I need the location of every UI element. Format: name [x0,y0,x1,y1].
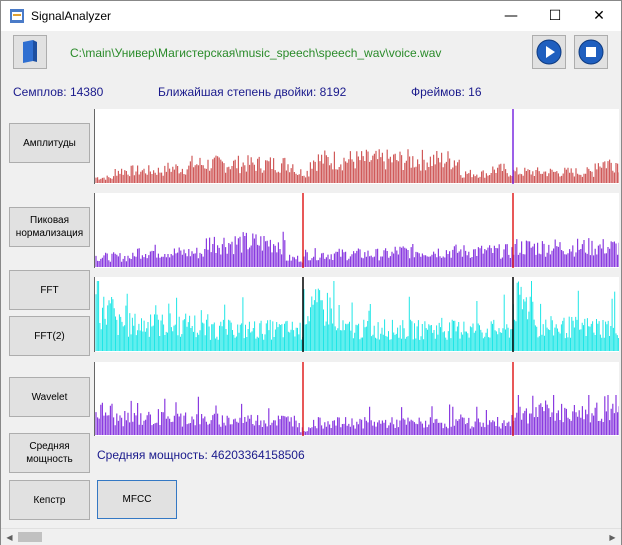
amplitudes-button[interactable]: Амплитуды [9,123,90,163]
frames-count: Фреймов: 16 [411,85,482,99]
scroll-thumb[interactable] [18,532,42,542]
fft2-button[interactable]: FFT(2) [9,316,90,356]
play-button[interactable] [532,35,566,69]
normalized-waveform [95,193,619,268]
maximize-button[interactable]: ☐ [533,1,577,31]
stop-button[interactable] [574,35,608,69]
amplitude-waveform [95,109,619,184]
samples-count: Семплов: 14380 [13,85,104,99]
mfcc-button[interactable]: MFCC [97,480,177,519]
average-power-value: Средняя мощность: 46203364158506 [97,448,305,462]
minimize-button[interactable]: — [489,1,533,31]
app-icon [10,9,24,23]
app-window: SignalAnalyzer — ☐ ✕ C:\main\Универ\Маги… [0,0,622,545]
nearest-power-of-two: Ближайшая степень двойки: 8192 [158,85,347,99]
normalized-plot [94,193,619,268]
horizontal-scrollbar[interactable]: ◀ ▶ [1,528,621,545]
folder-icon [23,40,37,63]
peak-normalization-button[interactable]: Пиковая нормализация [9,207,90,247]
cepstrum-button[interactable]: Кепстр [9,480,90,520]
fft-spectrum [95,277,619,352]
scroll-right-icon[interactable]: ▶ [604,529,621,545]
scroll-left-icon[interactable]: ◀ [1,529,18,545]
wavelet-signal [95,362,619,436]
open-file-button[interactable] [13,35,47,69]
file-path: C:\main\Универ\Магистерская\music_speech… [70,46,442,60]
amplitude-plot [94,109,619,184]
fft-button[interactable]: FFT [9,270,90,310]
wavelet-plot [94,362,619,436]
play-icon [536,39,562,65]
average-power-button[interactable]: Средняя мощность [9,433,90,473]
window-title: SignalAnalyzer [31,9,112,23]
wavelet-button[interactable]: Wavelet [9,377,90,417]
close-button[interactable]: ✕ [577,1,621,31]
stop-icon [578,39,604,65]
fft-plot [94,277,619,352]
title-bar[interactable]: SignalAnalyzer — ☐ ✕ [1,1,621,31]
